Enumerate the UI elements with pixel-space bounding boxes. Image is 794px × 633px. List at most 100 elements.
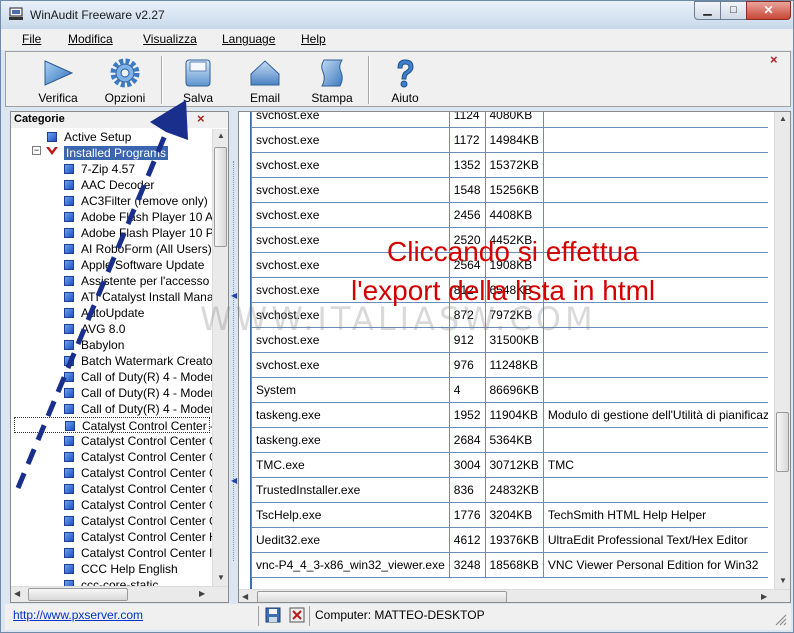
tree-item[interactable]: Catalyst Control Center Graphics <box>11 465 212 481</box>
tree-item[interactable]: AC3Filter (remove only) <box>11 193 212 209</box>
tree-item-label: ATI Catalyst Install Manager <box>81 290 212 304</box>
opzioni-button[interactable]: Opzioni <box>93 54 157 106</box>
tree-item[interactable]: Catalyst Control Center Graphics <box>11 481 212 497</box>
process-name-cell: Uedit32.exe <box>251 527 450 553</box>
tree-item[interactable]: AVG 8.0 <box>11 321 212 337</box>
table-row[interactable]: svchost.exe 1548 15256KB <box>251 177 768 203</box>
table-row[interactable]: TMC.exe 3004 30712KB TMC <box>251 452 768 478</box>
splitter-left-icon[interactable]: ◀ <box>231 476 237 485</box>
scroll-up-icon[interactable]: ▲ <box>217 131 225 140</box>
tree-item-label: Babylon <box>81 338 125 352</box>
grid-horizontal-scrollbar[interactable]: ◀ ▶ <box>239 589 790 602</box>
table-row[interactable]: taskeng.exe 2684 5364KB <box>251 427 768 453</box>
toolbar-close-icon[interactable]: × <box>770 52 778 67</box>
tree-item[interactable]: Catalyst Control Center Graphics <box>11 513 212 529</box>
pid-cell: 4 <box>448 377 486 403</box>
tree-item[interactable]: Batch Watermark Creator 6 <box>11 353 212 369</box>
tree-item[interactable]: AI RoboForm (All Users) <box>11 241 212 257</box>
scroll-up-icon[interactable]: ▲ <box>779 114 787 123</box>
table-row[interactable]: svchost.exe 1124 4080KB <box>251 112 768 128</box>
table-row[interactable]: svchost.exe 1172 14984KB <box>251 127 768 153</box>
tree-hscroll-thumb[interactable] <box>28 588 128 601</box>
verifica-button[interactable]: Verifica <box>26 54 90 106</box>
grid-scroll-thumb[interactable] <box>776 412 789 472</box>
tree-item[interactable]: Catalyst Control Center - Branding <box>14 417 212 433</box>
scroll-left-icon[interactable]: ◀ <box>242 592 248 601</box>
tree-item-label: Call of Duty(R) 4 - Modern Warfare <box>81 386 212 400</box>
aiuto-button[interactable]: Aiuto <box>373 54 437 106</box>
table-row[interactable]: TscHelp.exe 1776 3204KB TechSmith HTML Help… <box>251 502 768 528</box>
tree-item[interactable]: ATI Catalyst Install Manager <box>11 289 212 305</box>
tree-item-label: CCC Help English <box>81 562 178 576</box>
scroll-down-icon[interactable]: ▼ <box>779 576 787 585</box>
description-cell <box>542 202 768 228</box>
tree-item[interactable]: AAC Decoder <box>11 177 212 193</box>
process-name-cell: svchost.exe <box>251 177 450 203</box>
scroll-down-icon[interactable]: ▼ <box>217 573 225 582</box>
scroll-right-icon[interactable]: ▶ <box>199 589 205 598</box>
tree-item-label: Call of Duty(R) 4 - Modern Warfare <box>81 402 212 416</box>
table-row[interactable]: svchost.exe 976 11248KB <box>251 352 768 378</box>
minimize-button[interactable]: ▁ <box>694 1 721 20</box>
tree-item[interactable]: Apple Software Update <box>11 257 212 273</box>
table-row[interactable]: svchost.exe 2456 4408KB <box>251 202 768 228</box>
category-icon <box>64 484 74 494</box>
menu-visualizza[interactable]: Visualizza <box>143 32 197 46</box>
tree-item[interactable]: Installed Programs <box>11 145 212 161</box>
panel-splitter[interactable]: ◀ ◀ <box>230 111 238 603</box>
grid-vertical-scrollbar[interactable]: ▲ ▼ <box>774 112 790 589</box>
collapse-expander-icon[interactable]: − <box>32 146 41 155</box>
menu-file[interactable]: File <box>22 32 41 46</box>
table-row[interactable]: svchost.exe 1352 15372KB <box>251 152 768 178</box>
tree-item[interactable]: Catalyst Control Center Graphics <box>11 497 212 513</box>
tree-item[interactable]: AutoUpdate <box>11 305 212 321</box>
salva-button[interactable]: Salva <box>166 54 230 106</box>
save-icon[interactable] <box>265 607 281 623</box>
menu-modifica[interactable]: Modifica <box>68 32 113 46</box>
menu-language[interactable]: Language <box>222 32 275 46</box>
menu-help[interactable]: Help <box>301 32 326 46</box>
table-row[interactable]: vnc-P4_4_3-x86_win32_viewer.exe 3248 18568… <box>251 552 768 578</box>
tree-item[interactable]: Babylon <box>11 337 212 353</box>
table-row[interactable]: TrustedInstaller.exe 836 24832KB <box>251 477 768 503</box>
tree-item[interactable]: Catalyst Control Center Core <box>11 433 212 449</box>
tree-horizontal-scrollbar[interactable]: ◀ ▶ <box>11 586 228 602</box>
table-row[interactable]: System 4 86696KB <box>251 377 768 403</box>
tree-item[interactable]: CCC Help English <box>11 561 212 577</box>
process-grid[interactable]: svchost.exe 1124 4080KB svchost.exe 1172 1498… <box>251 112 768 589</box>
delete-icon[interactable] <box>289 607 305 623</box>
tree-item[interactable]: Call of Duty(R) 4 - Modern Warfare <box>11 369 212 385</box>
email-button[interactable]: Email <box>233 54 297 106</box>
scroll-icon <box>321 59 343 87</box>
tree-item[interactable]: Adobe Flash Player 10 ActiveX <box>11 209 212 225</box>
tree-item[interactable]: Assistente per l'accesso a Windows Live <box>11 273 212 289</box>
tree-item[interactable]: Call of Duty(R) 4 - Modern Warfare <box>11 401 212 417</box>
tree-item[interactable]: Call of Duty(R) 4 - Modern Warfare <box>11 385 212 401</box>
scroll-right-icon[interactable]: ▶ <box>761 592 767 601</box>
memory-cell: 24832KB <box>484 477 544 503</box>
resize-grip-icon[interactable] <box>775 614 787 626</box>
description-cell <box>542 477 768 503</box>
title-bar[interactable]: WinAudit Freeware v2.27 ▁ □ ✕ <box>1 1 793 29</box>
scroll-left-icon[interactable]: ◀ <box>14 589 20 598</box>
tree-item[interactable]: 7-Zip 4.57 <box>11 161 212 177</box>
grid-hscroll-thumb[interactable] <box>257 591 507 602</box>
tree-item[interactable]: Catalyst Control Center Graphics <box>11 449 212 465</box>
stampa-button[interactable]: Stampa <box>300 54 364 106</box>
tree-item[interactable]: ccc-core-static <box>11 577 212 586</box>
tree-item[interactable]: Catalyst Control Center Hydravision <box>11 529 212 545</box>
table-row[interactable]: Uedit32.exe 4612 19376KB UltraEdit Professi… <box>251 527 768 553</box>
panel-close-icon[interactable]: × <box>197 111 205 126</box>
close-button[interactable]: ✕ <box>746 1 791 20</box>
tree-scroll-thumb[interactable] <box>214 147 227 247</box>
tree-item[interactable]: Catalyst Control Center InstallProxy <box>11 545 212 561</box>
tree-item[interactable]: Active Setup <box>11 129 212 145</box>
category-tree[interactable]: Active Setup Installed Programs 7-Zip 4.57… <box>11 129 212 586</box>
tree-vertical-scrollbar[interactable]: ▲ ▼ <box>212 129 228 586</box>
maximize-button[interactable]: □ <box>720 1 747 20</box>
splitter-left-icon[interactable]: ◀ <box>231 291 237 300</box>
tree-item-label: Catalyst Control Center Core <box>81 434 212 448</box>
tree-item[interactable]: Adobe Flash Player 10 Plugin <box>11 225 212 241</box>
website-link[interactable]: http://www.pxserver.com <box>13 608 143 622</box>
table-row[interactable]: taskeng.exe 1952 11904KB Modulo di gestione… <box>251 402 768 428</box>
